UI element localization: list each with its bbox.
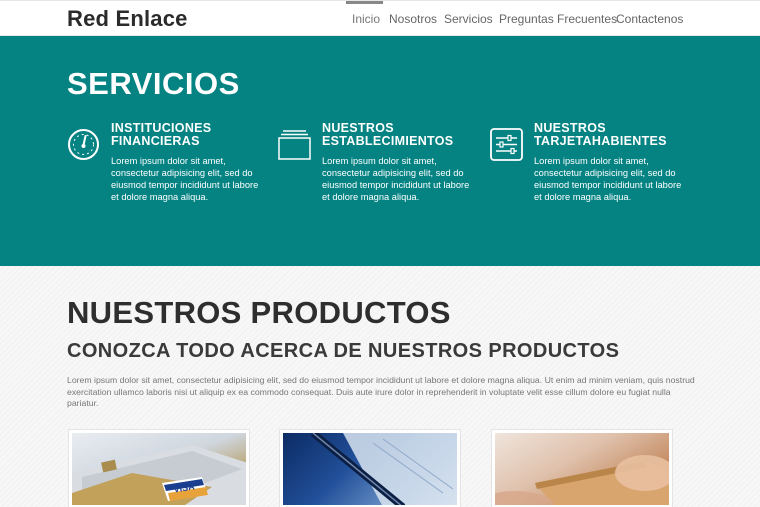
product-thumbnail-payment[interactable]: [491, 429, 673, 507]
service-title: NUESTROS ESTABLECIMIENTOS: [322, 121, 454, 148]
products-section: NUESTROS PRODUCTOS CONOZCA TODO ACERCA D…: [0, 266, 760, 507]
brand-logo[interactable]: Red Enlace: [67, 6, 188, 32]
service-title: INSTITUCIONES FINANCIERAS: [111, 121, 212, 148]
service-title: NUESTROS TARJETAHABIENTES: [534, 121, 667, 148]
products-subtitle: CONOZCA TODO ACERCA DE NUESTROS PRODUCTO…: [67, 340, 620, 362]
nav-link-contactenos[interactable]: Contactenos: [616, 12, 683, 26]
nav-link-nosotros[interactable]: Nosotros: [389, 12, 437, 26]
services-section: SERVICIOS INSTITUCIONES FINANCIERAS Lore…: [0, 36, 760, 266]
card-in-hand-image: [495, 433, 669, 505]
service-text: Lorem ipsum dolor sit amet, consectetur …: [111, 156, 259, 202]
pen-document-image: [283, 433, 457, 505]
sliders-icon: [490, 128, 523, 161]
services-title: SERVICIOS: [67, 66, 240, 101]
inbox-icon: [278, 130, 311, 160]
navbar: Red Enlace Inicio Nosotros Servicios Pre…: [0, 0, 760, 36]
service-text: Lorem ipsum dolor sit amet, consectetur …: [322, 156, 470, 202]
credit-cards-image: VISA: [72, 433, 246, 505]
nav-link-preguntas-frecuentes[interactable]: Preguntas Frecuentes: [499, 12, 617, 26]
products-text: Lorem ipsum dolor sit amet, consectetur …: [67, 375, 695, 408]
nav-active-indicator: [346, 1, 383, 4]
product-thumbnail-document[interactable]: [279, 429, 461, 507]
gauge-icon: [68, 129, 99, 160]
products-title: NUESTROS PRODUCTOS: [67, 295, 451, 330]
service-text: Lorem ipsum dolor sit amet, consectetur …: [534, 156, 682, 202]
nav-link-inicio[interactable]: Inicio: [352, 12, 380, 26]
product-thumbnail-cards[interactable]: VISA: [68, 429, 250, 507]
nav-link-servicios[interactable]: Servicios: [444, 12, 493, 26]
